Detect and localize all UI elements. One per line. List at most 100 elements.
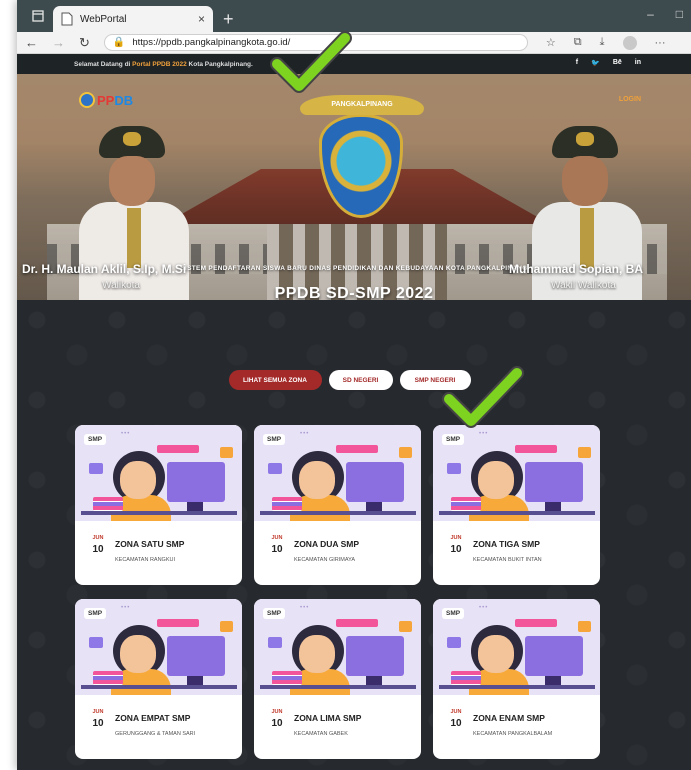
reload-icon[interactable]: ↻	[79, 35, 90, 51]
tab-bar: WebPortal × + – □	[17, 0, 691, 32]
illustration-chat-icon	[89, 463, 103, 474]
zone-date: JUN 10	[447, 709, 465, 729]
illustration-chat-icon	[89, 637, 103, 648]
zone-card-body: JUN 10 ZONA ENAM SMP KECAMATAN PANGKALBA…	[433, 695, 600, 759]
zone-date: JUN 10	[268, 709, 286, 729]
zone-subtitle: KECAMATAN PANGKALBALAM	[473, 731, 553, 737]
illustration-tag	[336, 445, 378, 453]
twitter-icon[interactable]: 🐦	[591, 59, 600, 67]
maximize-button[interactable]: □	[676, 7, 683, 21]
logo-text-a: PP	[97, 92, 115, 108]
browser-tab[interactable]: WebPortal ×	[53, 6, 213, 32]
login-link[interactable]: LOGIN	[619, 96, 641, 103]
zone-card[interactable]: SMP ••• JUN 10 ZONA EMPAT SMP GERUNGGANG…	[75, 599, 242, 759]
illustration-tag	[515, 445, 557, 453]
illustration-video-icon	[578, 621, 591, 632]
zone-subtitle: KECAMATAN RANGKUI	[115, 557, 175, 563]
behance-icon[interactable]: Bē	[613, 59, 622, 67]
wakil-walikota-role: Wakil Walikota	[551, 280, 616, 291]
more-icon[interactable]: ···	[655, 37, 666, 49]
zone-day: 10	[92, 718, 104, 729]
zone-illustration: SMP •••	[254, 599, 421, 695]
zone-day: 10	[271, 544, 283, 555]
new-tab-button[interactable]: +	[223, 10, 234, 28]
zone-title[interactable]: ZONA DUA SMP	[294, 539, 359, 549]
filter-sd-button[interactable]: SD NEGERI	[328, 370, 393, 390]
zone-card-body: JUN 10 ZONA EMPAT SMP GERUNGGANG & TAMAN…	[75, 695, 242, 759]
lock-icon: 🔒	[112, 37, 126, 48]
zone-month: JUN	[271, 709, 283, 715]
zone-title[interactable]: ZONA LIMA SMP	[294, 713, 361, 723]
window-dots: •••	[121, 605, 131, 611]
zone-date: JUN 10	[89, 535, 107, 555]
illustration-monitor	[346, 636, 404, 686]
zone-card[interactable]: SMP ••• JUN 10 ZONA LIMA SMP KECAMATAN G…	[254, 599, 421, 759]
filter-all-button[interactable]: LIHAT SEMUA ZONA	[228, 370, 322, 390]
illustration-desk	[439, 685, 595, 689]
zone-illustration: SMP •••	[75, 425, 242, 521]
facebook-icon[interactable]: f	[576, 59, 578, 67]
zone-section: LIHAT SEMUA ZONA SD NEGERI SMP NEGERI SM…	[17, 300, 691, 770]
zone-month: JUN	[271, 535, 283, 541]
site-logo[interactable]: PPDB	[79, 92, 133, 108]
zone-card-body: JUN 10 ZONA TIGA SMP KECAMATAN BUKIT INT…	[433, 521, 600, 585]
zone-card-body: JUN 10 ZONA DUA SMP KECAMATAN GIRIMAYA	[254, 521, 421, 585]
illustration-desk	[260, 685, 416, 689]
illustration-monitor	[167, 636, 225, 686]
logo-text-b: DB	[114, 92, 134, 108]
linkedin-icon[interactable]: in	[635, 59, 641, 67]
welcome-highlight[interactable]: Portal PPDB 2022	[132, 61, 187, 68]
illustration-desk	[81, 685, 237, 689]
illustration-books	[93, 497, 123, 511]
zone-illustration: SMP •••	[433, 425, 600, 521]
url-text: https://ppdb.pangkalpinangkota.go.id/	[132, 37, 291, 48]
browser-toolbar: ← → ↻ 🔒 https://ppdb.pangkalpinangkota.g…	[17, 32, 691, 54]
zone-card-body: JUN 10 ZONA LIMA SMP KECAMATAN GABEK	[254, 695, 421, 759]
collections-icon[interactable]: ⧉	[574, 36, 582, 49]
zone-month: JUN	[92, 535, 104, 541]
window-menu-icon[interactable]	[29, 7, 47, 25]
page-icon	[61, 12, 73, 26]
zone-card[interactable]: SMP ••• JUN 10 ZONA DUA SMP KECAMATAN GI…	[254, 425, 421, 585]
window-dots: •••	[300, 431, 310, 437]
zone-title[interactable]: ZONA SATU SMP	[115, 539, 184, 549]
logo-icon	[79, 92, 95, 108]
illustration-monitor	[167, 462, 225, 512]
illustration-books	[451, 671, 481, 685]
zone-card[interactable]: SMP ••• JUN 10 ZONA TIGA SMP KECAMATAN B…	[433, 425, 600, 585]
top-info-bar: Selamat Datang di Portal PPDB 2022 Kota …	[17, 54, 691, 74]
back-icon[interactable]: ←	[25, 35, 38, 50]
illustration-tag	[157, 445, 199, 453]
zone-card-grid: SMP ••• JUN 10 ZONA SATU SMP KECAMATAN R…	[75, 425, 600, 759]
illustration-video-icon	[578, 447, 591, 458]
illustration-tag	[157, 619, 199, 627]
forward-icon[interactable]: →	[52, 35, 65, 50]
zone-date: JUN 10	[447, 535, 465, 555]
zone-subtitle: KECAMATAN BUKIT INTAN	[473, 557, 542, 563]
walikota-role: Walikota	[102, 280, 140, 291]
tab-close-icon[interactable]: ×	[198, 12, 205, 26]
illustration-monitor	[525, 462, 583, 512]
level-badge: SMP	[442, 434, 465, 445]
illustration-chat-icon	[268, 463, 282, 474]
illustration-monitor	[525, 636, 583, 686]
zone-date: JUN 10	[89, 709, 107, 729]
zone-title[interactable]: ZONA TIGA SMP	[473, 539, 540, 549]
minimize-button[interactable]: –	[647, 7, 654, 21]
walikota-name: Dr. H. Maulan Aklil, S.Ip, M.Si	[22, 262, 187, 276]
illustration-monitor	[346, 462, 404, 512]
favorite-icon[interactable]: ☆	[546, 36, 556, 49]
zone-title[interactable]: ZONA ENAM SMP	[473, 713, 545, 723]
zone-card[interactable]: SMP ••• JUN 10 ZONA ENAM SMP KECAMATAN P…	[433, 599, 600, 759]
illustration-video-icon	[220, 621, 233, 632]
zone-title[interactable]: ZONA EMPAT SMP	[115, 713, 190, 723]
level-badge: SMP	[263, 608, 286, 619]
window-controls: – □	[647, 7, 683, 21]
zone-month: JUN	[450, 709, 462, 715]
tab-title: WebPortal	[80, 13, 127, 25]
welcome-suffix: Kota Pangkalpinang.	[186, 60, 253, 68]
zone-card[interactable]: SMP ••• JUN 10 ZONA SATU SMP KECAMATAN R…	[75, 425, 242, 585]
illustration-books	[272, 497, 302, 511]
profile-avatar[interactable]	[622, 35, 637, 50]
downloads-icon[interactable]: ⤓	[600, 36, 605, 49]
